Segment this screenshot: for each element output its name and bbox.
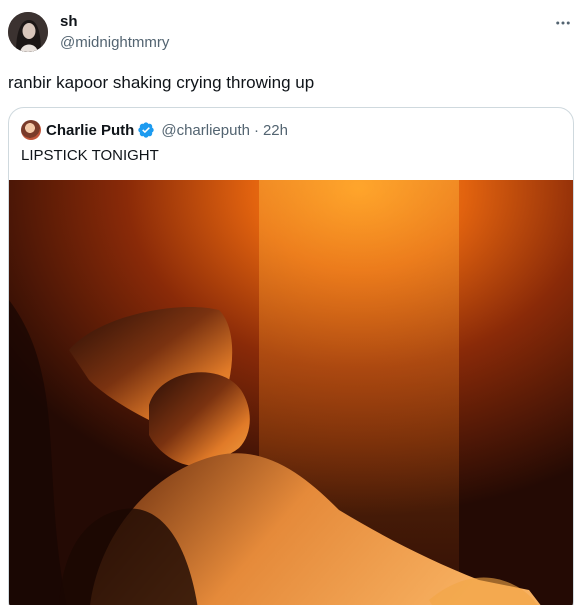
avatar-image — [8, 12, 48, 52]
tweet-card[interactable]: sh @midnightmmry ranbir kapoor shaking c… — [0, 0, 588, 605]
author-handle[interactable]: @midnightmmry — [60, 33, 169, 53]
quoted-tweet-photo[interactable] — [9, 180, 573, 605]
quoted-author-avatar[interactable] — [21, 120, 41, 140]
photo-image — [9, 180, 573, 605]
tweet-text: ranbir kapoor shaking crying throwing up — [8, 73, 315, 92]
quoted-author-handle[interactable]: @charlieputh — [161, 122, 250, 139]
author-display-name[interactable]: sh — [60, 13, 169, 31]
more-horizontal-icon — [556, 21, 570, 25]
quoted-tweet-text: LIPSTICK TONIGHT — [21, 147, 159, 164]
author-avatar[interactable] — [8, 12, 48, 52]
quoted-tweet[interactable]: Charlie Puth @charlieputh · 22h LIPSTICK… — [8, 107, 574, 605]
separator-dot: · — [253, 121, 259, 139]
quoted-tweet-time[interactable]: 22h — [263, 122, 288, 139]
quoted-tweet-header: Charlie Puth @charlieputh · 22h — [21, 120, 288, 140]
verified-badge-icon — [138, 122, 155, 138]
quoted-author-display-name[interactable]: Charlie Puth — [46, 122, 134, 139]
more-options-button[interactable] — [552, 12, 574, 34]
author-info[interactable]: sh @midnightmmry — [60, 13, 169, 53]
